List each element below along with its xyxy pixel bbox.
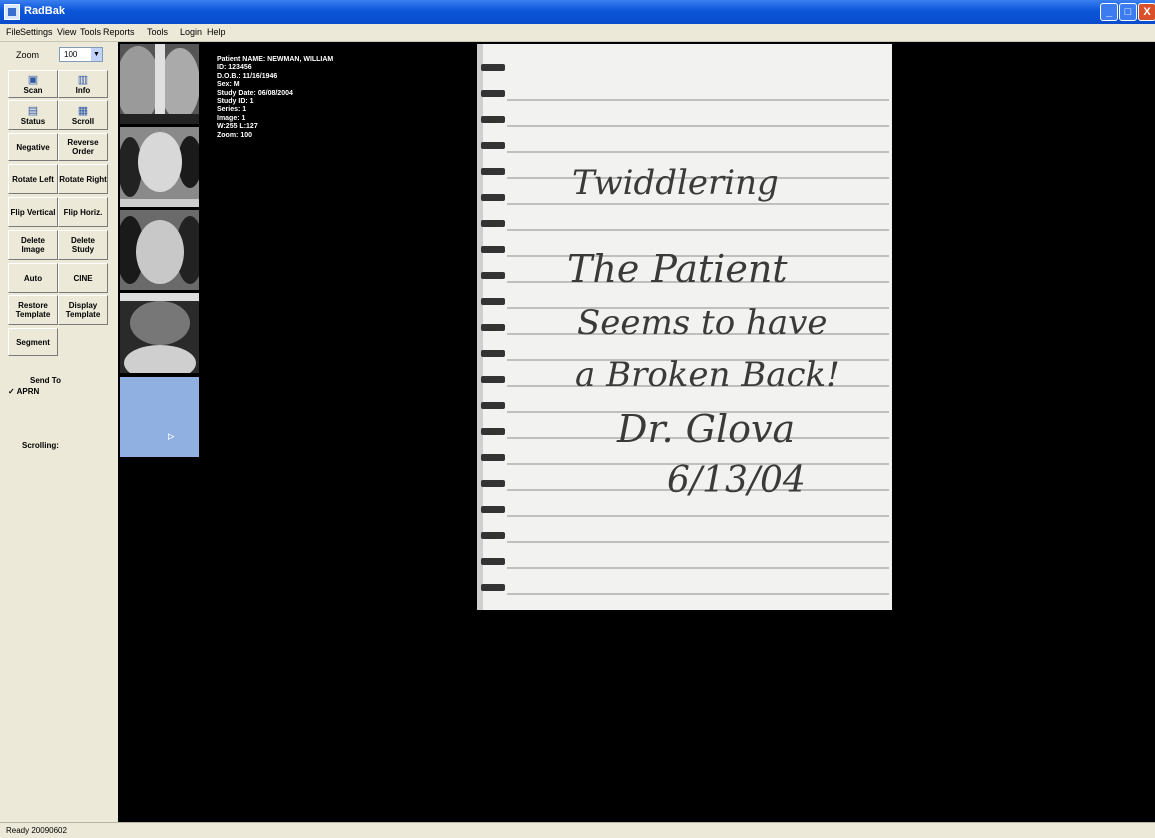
delete-image-button[interactable]: Delete Image xyxy=(8,230,58,260)
thumbnail-4[interactable] xyxy=(120,293,199,373)
status-label: Status xyxy=(20,116,46,126)
status-text: Ready 20090602 xyxy=(6,826,67,835)
info-zoom: Zoom: 100 xyxy=(217,131,253,139)
zoom-value: 100 xyxy=(64,50,78,59)
note-date: 6/13/04 xyxy=(667,460,806,501)
minimize-button[interactable]: _ xyxy=(1100,3,1118,21)
menu-bar: File Settings View Tools Reports Tools L… xyxy=(0,24,1155,42)
cursor-icon: ▹ xyxy=(168,428,175,443)
scroll-label: Scroll xyxy=(71,116,95,126)
window-title: RadBak xyxy=(24,5,65,17)
auto-button[interactable]: Auto xyxy=(8,263,58,293)
status-button[interactable]: ▤ Status xyxy=(8,100,58,130)
scan-label: Scan xyxy=(23,85,43,95)
info-id: ID: 123456 xyxy=(217,64,252,72)
scan-button[interactable]: ▣ Scan xyxy=(8,70,58,98)
app-icon xyxy=(4,4,20,20)
status-icon: ▤ xyxy=(27,104,39,117)
segment-button[interactable]: Segment xyxy=(8,328,58,356)
display-template-button[interactable]: Display Template xyxy=(58,295,108,325)
info-window-level: W:255 L:127 xyxy=(217,123,258,131)
info-dob: D.O.B.: 11/16/1946 xyxy=(217,72,278,80)
chevron-down-icon[interactable]: ▼ xyxy=(91,48,102,61)
info-study-id: Study ID: 1 xyxy=(217,98,254,106)
thumbnail-2[interactable] xyxy=(120,127,199,207)
menu-tools[interactable]: Tools xyxy=(80,27,101,37)
note-line-4: a Broken Back! xyxy=(575,355,840,395)
notebook-image: Twiddlering The Patient Seems to have a … xyxy=(477,44,892,610)
xray-image xyxy=(120,44,199,124)
xray-image xyxy=(120,293,199,373)
scan-icon: ▣ xyxy=(27,73,39,86)
note-signature: Dr. Glova xyxy=(616,407,795,451)
reverse-order-button[interactable]: Reverse Order xyxy=(58,133,108,161)
restore-template-button[interactable]: Restore Template xyxy=(8,295,58,325)
menu-view[interactable]: View xyxy=(57,27,76,37)
close-button[interactable]: X xyxy=(1138,3,1155,21)
send-to-label: Send To xyxy=(30,376,61,385)
maximize-button[interactable]: □ xyxy=(1119,3,1137,21)
status-bar: Ready 20090602 xyxy=(0,822,1155,838)
info-sex: Sex: M xyxy=(217,81,240,89)
info-patient-name: Patient NAME: NEWMAN, WILLIAM xyxy=(217,56,334,63)
flip-horizontal-button[interactable]: Flip Horiz. xyxy=(58,197,108,227)
menu-file[interactable]: File xyxy=(6,27,21,37)
thumbnail-3[interactable] xyxy=(120,210,199,290)
xray-image xyxy=(120,127,199,207)
xray-image xyxy=(120,210,199,290)
note-line-1: Twiddlering xyxy=(572,163,779,203)
menu-help[interactable]: Help xyxy=(207,27,226,37)
menu-reports[interactable]: Reports xyxy=(103,27,135,37)
menu-login[interactable]: Login xyxy=(180,27,202,37)
scrolling-label: Scrolling: xyxy=(22,441,59,450)
cine-button[interactable]: CINE xyxy=(58,263,108,293)
thumbnail-selected[interactable] xyxy=(120,377,199,457)
scroll-icon: ▦ xyxy=(77,104,89,117)
flip-vertical-button[interactable]: Flip Vertical xyxy=(8,197,58,227)
negative-button[interactable]: Negative xyxy=(8,133,58,161)
menu-tools-2[interactable]: Tools xyxy=(147,27,168,37)
zoom-label: Zoom xyxy=(16,50,40,60)
zoom-select[interactable]: 100 ▼ xyxy=(59,47,103,62)
info-series: Series: 1 xyxy=(217,106,247,114)
rotate-right-button[interactable]: Rotate Right xyxy=(58,164,108,194)
rotate-left-button[interactable]: Rotate Left xyxy=(8,164,58,194)
menu-settings[interactable]: Settings xyxy=(20,27,53,37)
study-info-overlay: Patient NAME: NEWMAN, WILLIAM ID: 123456… xyxy=(217,56,333,140)
info-image: Image: 1 xyxy=(217,114,246,122)
note-line-3: Seems to have xyxy=(577,303,827,343)
info-icon: ▥ xyxy=(77,73,89,86)
note-line-2: The Patient xyxy=(567,247,788,291)
info-label: Info xyxy=(75,85,91,95)
send-to-item[interactable]: ✓ APRN xyxy=(8,387,39,396)
delete-study-button[interactable]: Delete Study xyxy=(58,230,108,260)
notebook-page: Twiddlering The Patient Seems to have a … xyxy=(477,44,892,610)
scroll-button[interactable]: ▦ Scroll xyxy=(58,100,108,130)
title-bar: RadBak _ □ X xyxy=(0,0,1155,24)
info-button[interactable]: ▥ Info xyxy=(58,70,108,98)
thumbnail-1[interactable] xyxy=(120,44,199,124)
info-study-date: Study Date: 06/08/2004 xyxy=(217,89,293,97)
